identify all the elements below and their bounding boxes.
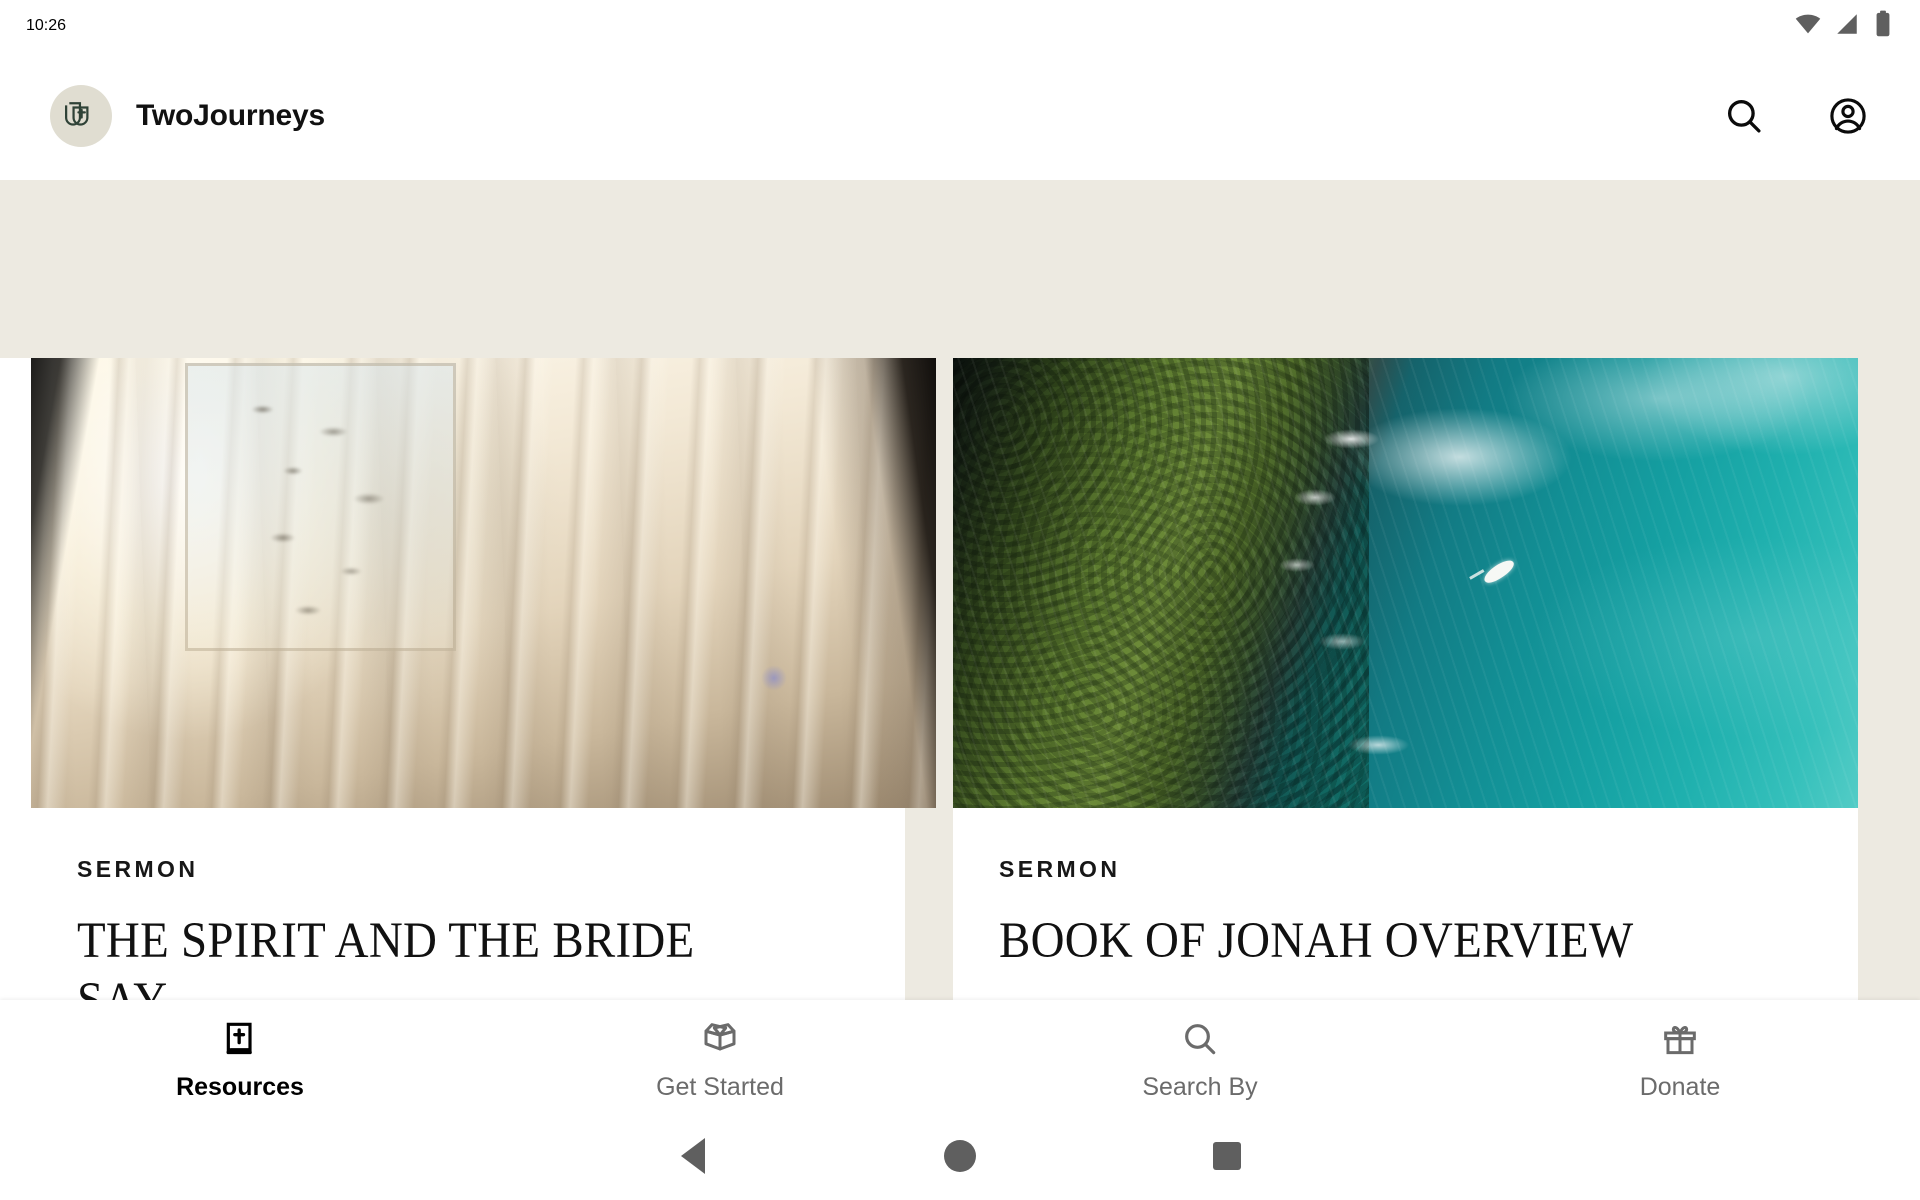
status-bar-icons xyxy=(1794,10,1894,43)
sunlit-curtains-window-photo xyxy=(31,358,936,808)
card-kicker: SERMON xyxy=(77,856,199,882)
content-area: SERMON THE SPIRIT AND THE BRIDE SAY, “CO… xyxy=(0,180,1920,1000)
resource-card[interactable]: SERMON THE SPIRIT AND THE BRIDE SAY, “CO… xyxy=(0,358,936,1000)
wifi-icon xyxy=(1794,10,1822,43)
bible-book-cross-icon xyxy=(218,1017,262,1061)
card-body: SERMON BOOK OF JONAH OVERVIEW xyxy=(953,808,1858,971)
nav-label: Resources xyxy=(176,1073,304,1101)
card-title: BOOK OF JONAH OVERVIEW xyxy=(999,913,1634,969)
card-body: SERMON THE SPIRIT AND THE BRIDE SAY, “CO… xyxy=(31,808,905,1000)
nav-item-resources[interactable]: Resources xyxy=(0,1000,480,1102)
nav-item-get-started[interactable]: Get Started xyxy=(480,1000,960,1102)
bottom-navigation-bar: Resources Get Started Search By Donate xyxy=(0,1000,1920,1112)
status-bar: 10:26 xyxy=(0,0,1920,52)
gift-icon xyxy=(1658,1017,1702,1061)
resource-card-list: SERMON THE SPIRIT AND THE BRIDE SAY, “CO… xyxy=(0,358,1858,1000)
brand[interactable]: TwoJourneys xyxy=(50,85,325,147)
lens-flare-decor xyxy=(760,665,787,691)
search-icon[interactable] xyxy=(1718,90,1770,142)
android-system-navigation xyxy=(0,1112,1920,1200)
nav-label: Donate xyxy=(1639,1073,1721,1101)
nav-item-search-by[interactable]: Search By xyxy=(960,1000,1440,1102)
sea-foam-decor xyxy=(953,358,1858,808)
nav-label: Get Started xyxy=(656,1073,784,1101)
plant-shadow-decor xyxy=(212,376,466,655)
resource-card[interactable]: SERMON BOOK OF JONAH OVERVIEW xyxy=(953,358,1858,1000)
back-triangle-icon[interactable] xyxy=(663,1126,723,1186)
app-bar-actions xyxy=(1718,90,1874,142)
cellular-signal-icon xyxy=(1834,11,1860,42)
card-title: THE SPIRIT AND THE BRIDE SAY, “COME!” xyxy=(77,913,695,1000)
card-kicker: SERMON xyxy=(999,856,1121,882)
account-circle-icon[interactable] xyxy=(1822,90,1874,142)
shield-cross-logo-icon xyxy=(50,85,112,147)
recents-square-icon[interactable] xyxy=(1197,1126,1257,1186)
status-clock: 10:26 xyxy=(26,17,67,34)
battery-icon xyxy=(1872,10,1894,43)
home-circle-icon[interactable] xyxy=(930,1126,990,1186)
open-box-icon xyxy=(698,1017,742,1061)
app-bar: TwoJourneys xyxy=(0,52,1920,180)
app-title: TwoJourneys xyxy=(136,99,325,132)
nav-label: Search By xyxy=(1142,1073,1258,1101)
nav-item-donate[interactable]: Donate xyxy=(1440,1000,1920,1102)
search-icon xyxy=(1178,1017,1222,1061)
aerial-coastline-ocean-photo xyxy=(953,358,1858,808)
